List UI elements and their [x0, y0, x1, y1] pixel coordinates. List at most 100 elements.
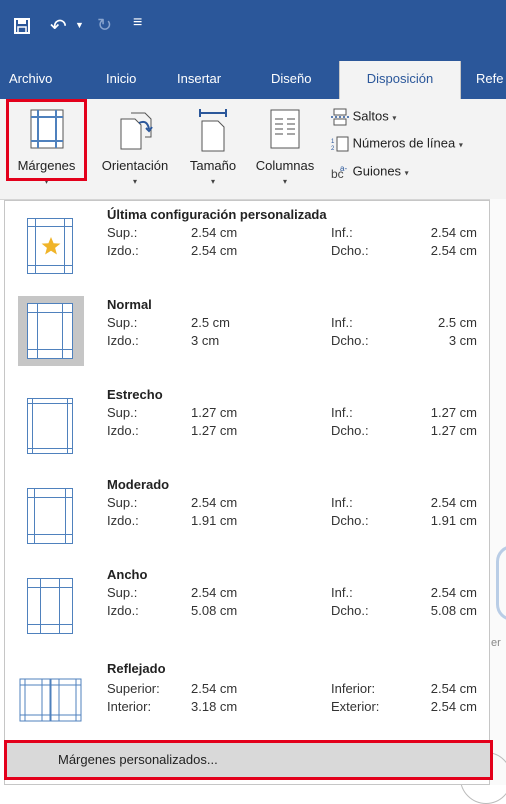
left-value: 5.08 cm [191, 603, 238, 618]
margin-option-mirrored[interactable]: Reflejado Superior: 2.54 cm Inferior: 2.… [5, 653, 489, 741]
redo-icon[interactable]: ↻ [97, 15, 112, 36]
right-label: Dcho.: [331, 603, 369, 618]
top-label: Sup.: [107, 315, 138, 330]
margins-highlight [6, 99, 87, 181]
bottom-label: Inf.: [331, 495, 353, 510]
columns-icon [270, 109, 300, 149]
right-value: 3 cm [448, 333, 477, 348]
size-button[interactable]: Tamaño ▾ [182, 101, 244, 193]
bottom-value: 2.54 cm [430, 585, 477, 600]
margin-preview-icon [18, 481, 84, 551]
right-label: Dcho.: [331, 243, 369, 258]
tab-archivo[interactable]: Archivo [9, 61, 52, 99]
line-numbers-label: Números de línea [352, 135, 456, 151]
right-value: 1.91 cm [430, 513, 477, 528]
top-label: Sup.: [107, 225, 138, 240]
svg-text:a-: a- [340, 164, 347, 173]
margin-option-moderate[interactable]: Moderado Sup.: 2.54 cm Inf.: 2.54 cm Izd… [5, 473, 489, 561]
tab-insertar[interactable]: Insertar [177, 61, 221, 99]
top-value: 2.54 cm [191, 495, 238, 510]
chevron-down-icon: ▾ [458, 140, 463, 150]
bottom-label: Inf.: [331, 405, 353, 420]
line-numbers-button[interactable]: 1 2 Números de línea ▾ [331, 135, 463, 153]
right-value: 2.54 cm [430, 699, 477, 714]
custom-margins-highlight [4, 740, 493, 780]
top-label: Sup.: [107, 585, 138, 600]
option-title: Normal [107, 297, 152, 312]
hyphenation-icon: bc a- [331, 164, 347, 181]
chevron-down-icon: ▾ [210, 177, 215, 186]
columns-label: Columnas [255, 158, 315, 173]
margin-option-narrow[interactable]: Estrecho Sup.: 1.27 cm Inf.: 1.27 cm Izd… [5, 383, 489, 471]
orientation-button[interactable]: Orientación ▾ [90, 101, 180, 193]
margin-preview-icon [18, 571, 84, 641]
left-label: Izdo.: [107, 423, 139, 438]
option-title: Moderado [107, 477, 170, 492]
bottom-label: Inferior: [331, 681, 376, 696]
undo-icon[interactable]: ↶ [50, 14, 67, 39]
right-label: Dcho.: [331, 333, 369, 348]
chevron-down-icon: ▾ [282, 177, 287, 186]
orientation-icon [120, 112, 153, 150]
bottom-label: Inf.: [331, 315, 353, 330]
option-title: Ancho [107, 567, 148, 582]
chevron-down-icon: ▾ [392, 113, 397, 123]
top-label: Superior: [107, 681, 160, 696]
svg-text:2: 2 [331, 146, 335, 152]
top-label: Sup.: [107, 495, 138, 510]
option-title: Última configuración personalizada [107, 207, 327, 222]
left-label: Izdo.: [107, 243, 139, 258]
title-bar: ↶ ▼ ↻ ≡ [0, 0, 506, 61]
left-label: Izdo.: [107, 333, 139, 348]
bottom-value: 2.5 cm [437, 315, 477, 330]
left-label: Izdo.: [107, 603, 139, 618]
bottom-value: 2.54 cm [430, 681, 477, 696]
tab-inicio[interactable]: Inicio [106, 61, 136, 99]
top-value: 2.5 cm [191, 315, 231, 330]
hyphenation-label: Guiones [352, 163, 402, 179]
right-value: 5.08 cm [430, 603, 477, 618]
top-value: 2.54 cm [191, 585, 238, 600]
columns-button[interactable]: Columnas ▾ [247, 101, 323, 193]
left-value: 1.91 cm [191, 513, 238, 528]
ribbon-tabs: Archivo Inicio Insertar Diseño Disposici… [0, 61, 506, 99]
right-value: 1.27 cm [430, 423, 477, 438]
top-value: 2.54 cm [191, 681, 238, 696]
hyphenation-button[interactable]: bc a- Guiones ▾ [331, 163, 409, 181]
save-icon[interactable] [14, 18, 30, 34]
document-fragment-text: er [491, 637, 501, 649]
bottom-label: Inf.: [331, 225, 353, 240]
top-label: Sup.: [107, 405, 138, 420]
tab-referencias[interactable]: Refe [476, 61, 503, 99]
margin-preview-icon [18, 667, 84, 737]
breaks-icon [331, 108, 349, 126]
orientation-label: Orientación [101, 158, 169, 173]
breaks-button[interactable]: Saltos ▾ [331, 108, 396, 126]
left-label: Izdo.: [107, 513, 139, 528]
breaks-label: Saltos [352, 108, 389, 124]
left-label: Interior: [107, 699, 152, 714]
document-shape [496, 545, 506, 621]
left-value: 1.27 cm [191, 423, 238, 438]
margin-preview-icon [18, 391, 84, 461]
margins-dropdown: Última configuración personalizada Sup.:… [4, 200, 490, 785]
option-title: Estrecho [107, 387, 163, 402]
bottom-label: Inf.: [331, 585, 353, 600]
top-value: 1.27 cm [191, 405, 238, 420]
tab-disposicion[interactable]: Disposición [339, 61, 461, 99]
right-label: Dcho.: [331, 423, 369, 438]
margin-option-normal[interactable]: Normal Sup.: 2.5 cm Inf.: 2.5 cm Izdo.: … [5, 293, 489, 381]
margin-option-wide[interactable]: Ancho Sup.: 2.54 cm Inf.: 2.54 cm Izdo.:… [5, 563, 489, 651]
customize-qat-icon[interactable]: ≡ [133, 14, 142, 32]
margin-preview-icon [18, 211, 84, 281]
bottom-value: 1.27 cm [430, 405, 477, 420]
bottom-value: 2.54 cm [430, 225, 477, 240]
bottom-value: 2.54 cm [430, 495, 477, 510]
undo-dropdown-icon[interactable]: ▼ [75, 20, 84, 30]
margin-option-last-custom[interactable]: Última configuración personalizada Sup.:… [5, 203, 489, 291]
size-label: Tamaño [189, 158, 237, 173]
size-icon [199, 109, 227, 152]
option-title: Reflejado [107, 661, 166, 676]
right-value: 2.54 cm [430, 243, 477, 258]
tab-diseno[interactable]: Diseño [271, 61, 311, 99]
